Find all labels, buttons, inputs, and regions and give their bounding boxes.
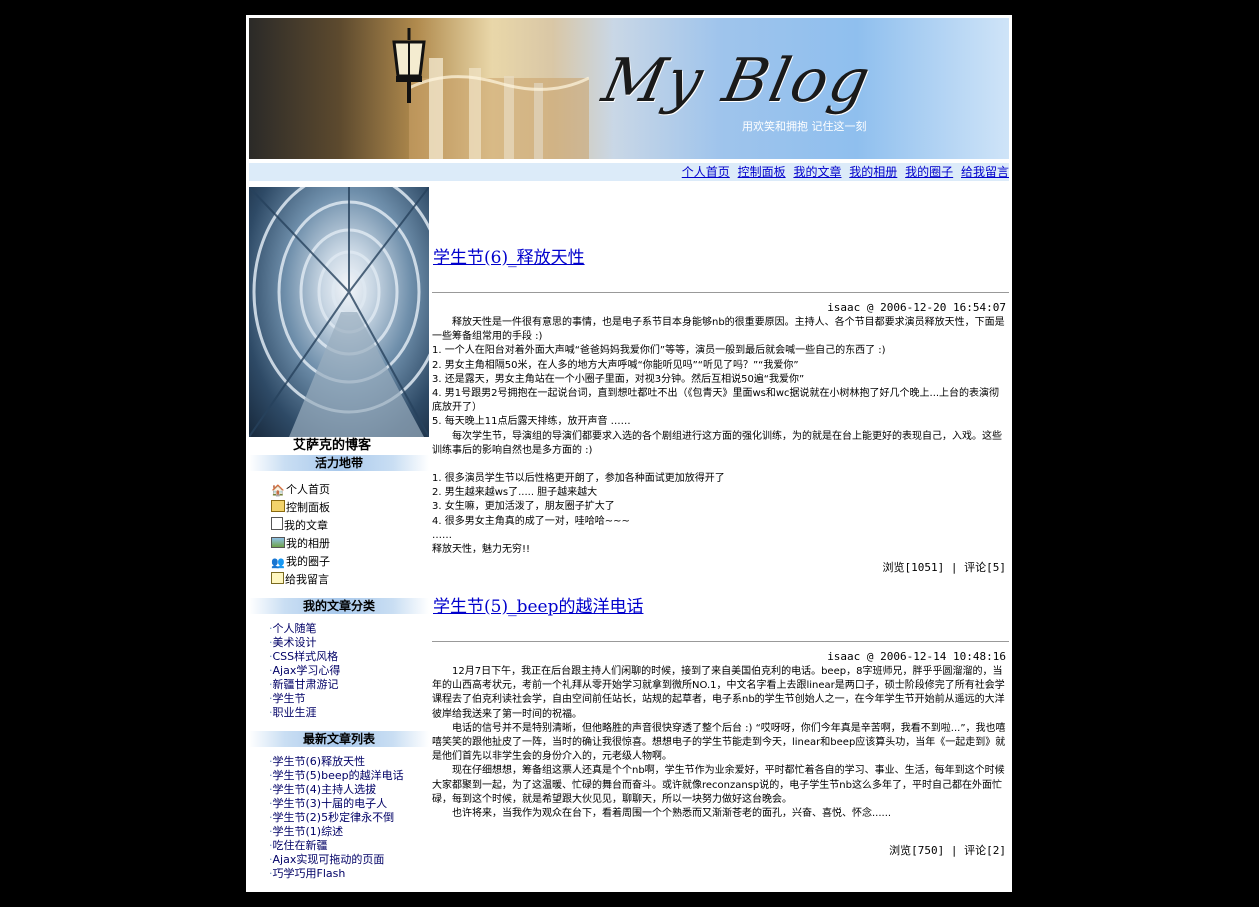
blog-owner-name: 艾萨克的博客 <box>293 438 372 453</box>
article-icon <box>271 517 283 530</box>
top-navigation: 个人首页 控制面板 我的文章 我的相册 我的圈子 给我留言 <box>249 163 1009 181</box>
post-paragraph: 3. 还是露天，男女主角站在一个小圈子里面，对视3分钟。然后互相说50遍“我爱你… <box>432 373 805 385</box>
category-link[interactable]: 职业生涯 <box>269 706 340 720</box>
sidebar: 艾萨克的博客 活力地带 🏠个人首页 控制面板 我的文章 我的相册 👥我的圈子 给… <box>249 187 429 892</box>
vitality-menu: 🏠个人首页 控制面板 我的文章 我的相册 👥我的圈子 给我留言 <box>271 481 330 589</box>
latest-article-link[interactable]: 学生节(2)5秒定律永不倒 <box>269 811 404 825</box>
category-link[interactable]: CSS样式风格 <box>269 650 340 664</box>
latest-article-link[interactable]: 学生节(1)综述 <box>269 825 404 839</box>
post-paragraph: 1. 很多演员学生节以后性格更开朗了，参加各种面试更加放得开了 <box>432 473 725 485</box>
post-paragraph: 5. 每天晚上11点后露天排练，放开声音 …… <box>432 416 631 428</box>
latest-article-link[interactable]: 学生节(3)十届的电子人 <box>269 797 404 811</box>
post-paragraph <box>432 458 1009 472</box>
nav-articles-link[interactable]: 我的文章 <box>793 165 841 179</box>
section-vitality-heading: 活力地带 <box>249 455 429 471</box>
photo-icon <box>271 537 285 548</box>
post-paragraph: 电话的信号并不是特别清晰，但他略胜的声音很快穿透了整个后台 :) “哎呀呀，你们… <box>432 722 1006 763</box>
post-paragraph: 释放天性，魅力无穷!! <box>432 544 531 556</box>
panel-icon <box>271 500 285 512</box>
post-paragraph: 4. 很多男女主角真的成了一对，哇哈哈~~~ <box>432 515 630 527</box>
main-content: 学生节(6)_释放天性 isaac @ 2006-12-20 16:54:07 … <box>432 187 1009 892</box>
latest-article-link[interactable]: 学生节(4)主持人选拔 <box>269 783 404 797</box>
nav-home-link[interactable]: 个人首页 <box>682 165 730 179</box>
post-paragraph: 3. 女生嘛，更加活泼了，朋友圈子扩大了 <box>432 501 615 513</box>
category-link[interactable]: 学生节 <box>269 692 340 706</box>
tunnel-photo <box>249 187 429 437</box>
post-body: 12月7日下午，我正在后台跟主持人们闲聊的时候，接到了来自美国伯克利的电话。be… <box>432 665 1009 821</box>
post-paragraph: 4. 男1号跟男2号拥抱在一起说台词，直到想吐都吐不出（《包青天》里面ws和wc… <box>432 388 1000 414</box>
menu-item-control-panel[interactable]: 控制面板 <box>271 499 330 517</box>
latest-articles-list: 学生节(6)释放天性 学生节(5)beep的越洋电话 学生节(4)主持人选拔 学… <box>269 755 404 881</box>
menu-item-guestbook[interactable]: 给我留言 <box>271 571 330 589</box>
banner-motto: 用欢笑和拥抱 记住这一刻 <box>742 120 867 133</box>
building-columns-image <box>409 58 589 159</box>
menu-item-album[interactable]: 我的相册 <box>271 535 330 553</box>
category-link[interactable]: 新疆甘肃游记 <box>269 678 340 692</box>
post-title-link[interactable]: 学生节(5)_beep的越洋电话 <box>433 592 643 617</box>
post-paragraph: 现在仔细想想，筹备组这票人还真是个个nb啊，学生节作为业余爱好，平时都忙着各自的… <box>432 765 1005 805</box>
post-body: 释放天性是一件很有意思的事情，也是电子系节目本身能够nb的很重要原因。主持人、各… <box>432 316 1009 557</box>
banner: My Blog 用欢笑和拥抱 记住这一刻 <box>249 18 1009 159</box>
section-categories-heading: 我的文章分类 <box>249 598 429 614</box>
category-link[interactable]: 个人随笔 <box>269 622 340 636</box>
menu-item-articles[interactable]: 我的文章 <box>271 517 330 535</box>
post-stats[interactable]: 浏览[1051] | 评论[5] <box>883 559 1006 575</box>
post-paragraph: 2. 男女主角相隔50米，在人多的地方大声呼喊“你能听见吗”“听见了吗？”“我爱… <box>432 359 799 371</box>
post-divider <box>432 292 1009 293</box>
nav-control-panel-link[interactable]: 控制面板 <box>738 165 786 179</box>
nav-album-link[interactable]: 我的相册 <box>849 165 897 179</box>
home-icon: 🏠 <box>271 484 285 497</box>
post-paragraph: 2. 男生越来越ws了..... 胆子越来越大 <box>432 487 598 499</box>
category-link[interactable]: Ajax学习心得 <box>269 664 341 678</box>
post-paragraph: 也许将来，当我作为观众在台下，看着周围一个个熟悉而又渐渐苍老的面孔，兴奋、喜悦、… <box>432 808 892 820</box>
post-paragraph: 12月7日下午，我正在后台跟主持人们闲聊的时候，接到了来自美国伯克利的电话。be… <box>432 666 1005 720</box>
section-latest-heading: 最新文章列表 <box>249 731 429 747</box>
post-stats[interactable]: 浏览[750] | 评论[2] <box>889 842 1006 858</box>
post-divider <box>432 641 1009 642</box>
nav-guestbook-link[interactable]: 给我留言 <box>961 165 1009 179</box>
post-paragraph: 每次学生节，导演组的导演们都要求入选的各个剧组进行这方面的强化训练，为的就是在台… <box>432 430 1002 456</box>
menu-item-circle[interactable]: 👥我的圈子 <box>271 553 330 571</box>
post-title-link[interactable]: 学生节(6)_释放天性 <box>433 243 585 268</box>
menu-item-home[interactable]: 🏠个人首页 <box>271 481 330 499</box>
nav-circle-link[interactable]: 我的圈子 <box>905 165 953 179</box>
post-meta: isaac @ 2006-12-14 10:48:16 <box>827 650 1006 663</box>
latest-article-link[interactable]: 学生节(6)释放天性 <box>269 755 404 769</box>
group-icon: 👥 <box>271 556 285 569</box>
post-paragraph: 释放天性是一件很有意思的事情，也是电子系节目本身能够nb的很重要原因。主持人、各… <box>432 317 1005 343</box>
latest-article-link[interactable]: 吃住在新疆 <box>269 839 404 853</box>
street-lamp-image <box>392 28 426 103</box>
blog-page: My Blog 用欢笑和拥抱 记住这一刻 个人首页 控制面板 我的文章 我的相册… <box>246 15 1012 892</box>
post-meta: isaac @ 2006-12-20 16:54:07 <box>827 301 1006 314</box>
latest-article-link[interactable]: 学生节(5)beep的越洋电话 <box>269 769 404 783</box>
category-link[interactable]: 美术设计 <box>269 636 340 650</box>
latest-article-link[interactable]: Ajax实现可拖动的页面 <box>269 853 404 867</box>
category-list: 个人随笔 美术设计 CSS样式风格 Ajax学习心得 新疆甘肃游记 学生节 职业… <box>269 622 341 720</box>
message-icon <box>271 572 284 584</box>
post-paragraph: …… <box>432 529 452 541</box>
post-paragraph: 1. 一个人在阳台对着外面大声喊“爸爸妈妈我爱你们”等等，演员一般到最后就会喊一… <box>432 345 886 357</box>
blog-logo: My Blog <box>596 46 878 116</box>
latest-article-link[interactable]: 巧学巧用Flash <box>269 867 404 881</box>
